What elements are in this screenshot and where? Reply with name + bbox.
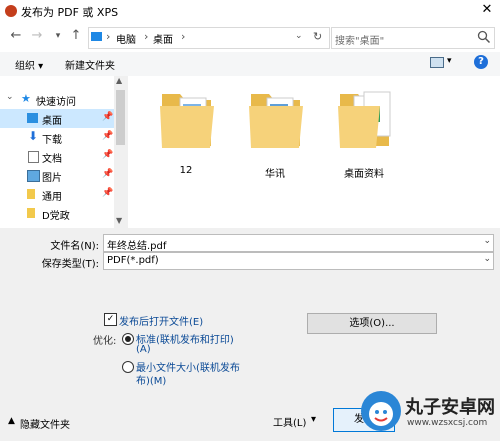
chevron-down-icon[interactable]: ⌄ [483,254,491,264]
search-placeholder: 搜索"桌面" [335,36,385,47]
filetype-value: PDF(*.pdf) [107,255,159,266]
search-icon [477,30,491,44]
file-name: 桌面资料 [344,169,384,180]
help-icon[interactable]: ? [474,55,488,69]
pin-icon: 📌 [102,188,114,198]
address-row: ← → ▾ ↑ › 电脑 › 桌面 › ⌄ ↻ 搜索"桌面" [0,22,500,52]
collapse-chevron-icon[interactable]: ▲ [8,416,15,426]
breadcrumb-separator-icon[interactable]: › [144,30,148,43]
options-button[interactable]: 选项(O)... [307,313,437,334]
title-bar: 发布为 PDF 或 XPS ✕ [0,0,500,22]
folder-item-desktop-materials[interactable]: 桌面资料 [324,80,404,180]
folder-icon [27,208,35,218]
watermark: 丸子安卓网 www.wzsxcsj.com [355,388,500,441]
picture-icon [27,170,40,182]
search-box[interactable]: 搜索"桌面" [331,27,495,49]
folder-item-huaxun[interactable]: 华讯 [235,80,315,180]
breadcrumb-desktop[interactable]: 桌面 [153,31,173,46]
nav-item-desktop[interactable]: 桌面 📌 [0,109,114,128]
view-dropdown-icon[interactable]: ▾ [447,56,452,66]
filetype-label: 保存类型(T): [41,259,99,270]
nav-item-general[interactable]: 通用 📌 [0,185,114,204]
folder-item-12[interactable]: 12 [146,80,226,180]
pin-icon: 📌 [102,169,114,179]
nav-item-label: 桌面 [42,116,62,127]
nav-item-label: 文档 [42,154,62,165]
watermark-logo-icon [361,391,401,431]
nav-item-downloads[interactable]: ⬇ 下载 📌 [0,128,114,147]
pin-icon: 📌 [102,150,114,160]
optimize-standard-radio[interactable] [122,333,134,345]
powerpoint-icon [5,5,17,17]
address-bar[interactable]: › 电脑 › 桌面 › ⌄ ↻ [88,27,330,49]
nav-scrollbar[interactable]: ▲ ▼ [114,76,127,228]
open-after-publish-checkbox[interactable]: ✓ [104,313,117,326]
folder-icon [249,94,303,148]
close-icon[interactable]: ✕ [480,2,494,18]
nav-item-label: 图片 [42,173,62,184]
window-title: 发布为 PDF 或 XPS [21,6,119,19]
nav-item-documents[interactable]: 文档 📌 [0,147,114,166]
expand-chevron-icon[interactable]: ⌄ [6,92,14,102]
radio-selected-dot [125,336,131,342]
back-arrow-icon[interactable]: ← [8,28,24,44]
new-folder-button[interactable]: 新建文件夹 [65,57,115,72]
refresh-icon[interactable]: ↻ [313,30,322,43]
folder-icon [160,94,214,148]
scroll-down-icon[interactable]: ▼ [116,216,122,225]
file-list: 12 华讯 桌面资料 [128,76,500,228]
breadcrumb-computer[interactable]: 电脑 [116,31,136,46]
pin-icon: 📌 [102,112,114,122]
forward-arrow-icon[interactable]: → [29,28,45,44]
watermark-url: www.wzsxcsj.com [407,418,488,428]
recent-dropdown-icon[interactable]: ▾ [50,28,66,44]
organize-button[interactable]: 组织 ▾ [15,57,43,72]
download-icon: ⬇ [28,129,39,143]
optimize-standard-label-2[interactable]: (A) [136,344,151,355]
filename-input[interactable]: 年终总结.pdf ⌄ [103,234,494,252]
scrollbar-thumb[interactable] [116,90,125,145]
address-dropdown-icon[interactable]: ⌄ [295,31,303,41]
navigation-pane: ⌄ ★ 快速访问 桌面 📌 ⬇ 下载 📌 文档 📌 图片 📌 通用 📌 D党政 [0,76,127,228]
change-view-icon[interactable] [430,57,444,68]
nav-item-label: D党政 [42,211,70,222]
scroll-up-icon[interactable]: ▲ [116,76,122,85]
filename-value: 年终总结.pdf [107,241,167,252]
folder-icon [338,91,391,148]
tools-dropdown-icon[interactable]: ▾ [311,414,316,425]
optimize-label: 优化: [93,336,117,347]
document-icon [28,151,39,163]
desktop-icon [27,113,38,123]
file-name: 华讯 [265,169,285,180]
computer-folder-icon [91,32,102,41]
nav-item-d-party[interactable]: D党政 [0,204,114,223]
nav-item-label: 快速访问 [36,97,76,108]
filetype-select[interactable]: PDF(*.pdf) ⌄ [103,252,494,270]
nav-item-label: 下载 [42,135,62,146]
nav-item-pictures[interactable]: 图片 📌 [0,166,114,185]
open-after-publish-label[interactable]: 发布后打开文件(E) [119,313,203,328]
pin-icon: 📌 [102,131,114,141]
breadcrumb-separator-icon[interactable]: › [106,30,110,43]
optimize-minimum-radio[interactable] [122,361,134,373]
nav-item-quick-access[interactable]: ⌄ ★ 快速访问 [0,90,114,109]
tools-button[interactable]: 工具(L) [273,414,306,429]
breadcrumb-separator-icon[interactable]: › [181,30,185,43]
chevron-down-icon[interactable]: ⌄ [483,236,491,246]
hide-folders-button[interactable]: 隐藏文件夹 [20,416,70,431]
nav-item-label: 通用 [42,192,62,203]
star-icon: ★ [21,92,31,105]
file-name: 12 [179,165,193,176]
up-arrow-icon[interactable]: ↑ [68,28,84,44]
filename-label: 文件名(N): [50,241,99,252]
folder-icon [27,189,35,199]
watermark-title: 丸子安卓网 [405,397,495,418]
optimize-minimum-label-2[interactable]: 布)(M) [136,372,166,387]
toolbar: 组织 ▾ 新建文件夹 ▾ ? [0,52,500,76]
